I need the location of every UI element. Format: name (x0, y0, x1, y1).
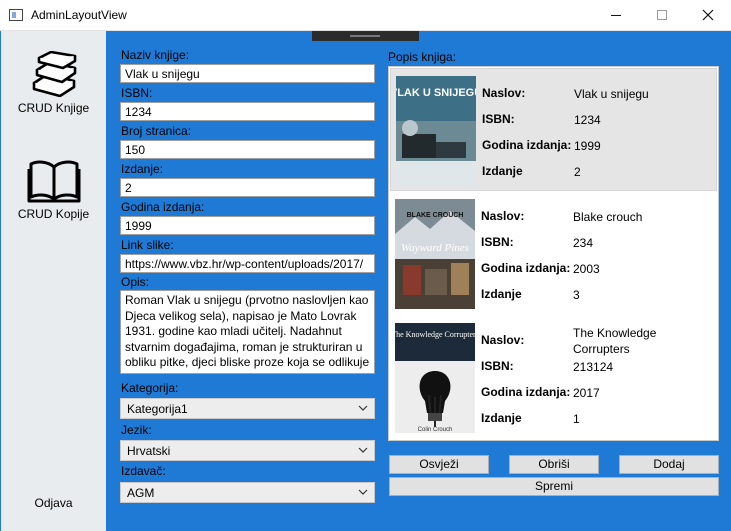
sidebar-item-crud-copies[interactable]: CRUD Kopije (1, 159, 106, 221)
app-window-icon (9, 9, 23, 21)
field-label: ISBN: (481, 235, 514, 249)
cover-author: BLAKE CROUCH (407, 212, 464, 219)
sidebar-item-crud-books[interactable]: CRUD Knjige (1, 51, 106, 115)
edition-label: Izdanje: (121, 162, 164, 176)
open-book-icon (27, 160, 80, 203)
book-edition: 3 (573, 288, 580, 302)
close-button[interactable] (685, 0, 731, 30)
cover-title: Wayward Pines (401, 242, 469, 254)
close-icon (702, 9, 714, 21)
book-isbn: 1234 (574, 113, 601, 127)
book-cover-image: The Knowledge Corrupters Colin Crouch (395, 323, 475, 433)
book-year: 2003 (573, 262, 600, 276)
publisher-select[interactable]: AGM (120, 482, 375, 503)
category-select[interactable]: Kategorija1 (120, 398, 375, 419)
book-title: Blake crouch (573, 210, 643, 224)
book-year: 2017 (573, 386, 600, 400)
field-label: Izdanje (481, 287, 522, 301)
field-label: ISBN: (482, 112, 515, 126)
edition-input[interactable]: 2 (120, 178, 375, 197)
minimize-button[interactable] (593, 0, 639, 30)
minimize-icon (611, 14, 621, 16)
sidebar-item-label: CRUD Knjige (17, 101, 90, 115)
cover-author: Colin Crouch (418, 427, 453, 433)
add-button[interactable]: Dodaj (619, 455, 719, 474)
field-label: Godina izdanja: (481, 261, 571, 275)
field-label: Godina izdanja: (481, 385, 571, 399)
chevron-down-icon (358, 447, 368, 453)
language-value: Hrvatski (127, 444, 171, 458)
title-input[interactable]: Vlak u snijegu (120, 64, 375, 83)
book-edition: 1 (573, 412, 580, 426)
pages-label: Broj stranica: (121, 124, 192, 138)
save-button[interactable]: Spremi (389, 477, 719, 496)
refresh-button[interactable]: Osvježi (389, 455, 489, 474)
window-title: AdminLayoutView (31, 8, 127, 22)
list-item[interactable]: The Knowledge Corrupters Colin Crouch Na… (390, 316, 717, 439)
isbn-input[interactable]: 1234 (120, 102, 375, 121)
title-bar: AdminLayoutView (0, 0, 731, 31)
book-title: Vlak u snijegu (574, 87, 649, 101)
chevron-down-icon (358, 489, 368, 495)
maximize-button[interactable] (639, 0, 685, 30)
isbn-label: ISBN: (121, 86, 153, 100)
publisher-label: Izdavač: (121, 464, 166, 478)
year-label: Godina izdanja: (121, 200, 205, 214)
cover-title: VLAK U SNIJEGU (396, 87, 476, 99)
logout-label: Odjava (34, 496, 73, 510)
book-isbn: 213124 (573, 360, 614, 374)
delete-button[interactable]: Obriši (509, 455, 599, 474)
cover-title: The Knowledge Corrupters (395, 330, 475, 339)
year-input[interactable]: 1999 (120, 216, 375, 235)
field-label: ISBN: (481, 359, 514, 373)
book-isbn: 234 (573, 236, 594, 250)
book-edition: 2 (574, 165, 581, 179)
book-list-title: Popis knjiga: (388, 50, 457, 64)
description-textarea[interactable]: Roman Vlak u snijegu (prvotno naslovljen… (120, 290, 375, 374)
book-cover-image: VLAK U SNIJEGU (396, 76, 476, 186)
pages-input[interactable]: 150 (120, 140, 375, 159)
books-stack-icon (32, 51, 76, 97)
field-label: Naslov: (481, 209, 525, 223)
publisher-value: AGM (127, 486, 155, 500)
maximize-icon (657, 10, 667, 20)
language-select[interactable]: Hrvatski (120, 440, 375, 461)
category-value: Kategorija1 (127, 402, 188, 416)
field-label: Naslov: (481, 333, 525, 347)
book-title: The Knowledge Corrupters (573, 326, 657, 356)
sidebar: CRUD Knjige CRUD Kopije Odjava (1, 31, 106, 531)
description-label: Opis: (121, 275, 150, 289)
image-link-label: Link slike: (121, 238, 174, 252)
list-item[interactable]: BLAKE CROUCH Wayward Pines Naslov: Blake… (390, 192, 717, 315)
category-label: Kategorija: (121, 381, 179, 395)
language-label: Jezik: (121, 423, 152, 437)
chevron-down-icon (358, 405, 368, 411)
logout-button[interactable]: Odjava (1, 496, 106, 510)
list-item[interactable]: VLAK U SNIJEGU Naslov: Vlak u snijegu IS… (390, 68, 717, 191)
field-label: Izdanje (481, 411, 522, 425)
main-area: CRUD Knjige CRUD Kopije Odjava Naziv knj… (0, 31, 731, 531)
sidebar-item-label: CRUD Kopije (17, 207, 90, 221)
title-label: Naziv knjige: (121, 48, 190, 62)
book-list[interactable]: VLAK U SNIJEGU Naslov: Vlak u snijegu IS… (388, 66, 719, 441)
field-label: Naslov: (482, 86, 526, 100)
drag-handle[interactable] (312, 31, 419, 41)
field-label: Izdanje (482, 164, 523, 178)
field-label: Godina izdanja: (482, 138, 572, 152)
book-cover-image: BLAKE CROUCH Wayward Pines (395, 199, 475, 309)
image-link-input[interactable]: https://www.vbz.hr/wp-content/uploads/20… (120, 254, 375, 273)
book-year: 1999 (574, 139, 601, 153)
